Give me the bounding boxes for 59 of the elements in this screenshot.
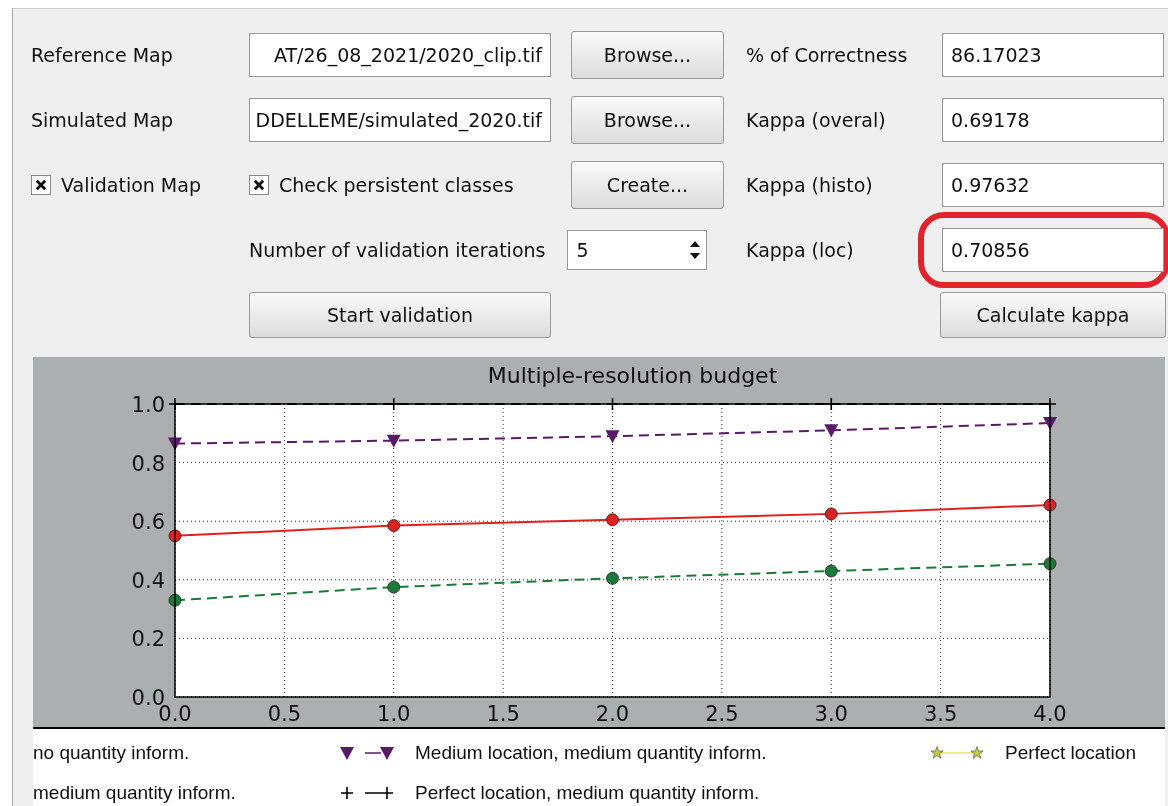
data-point — [824, 564, 838, 578]
checkbox-label: Validation Map — [61, 173, 201, 196]
checkbox[interactable] — [31, 174, 51, 195]
axis-tick-label: 1.5 — [486, 702, 520, 726]
data-point — [606, 571, 619, 585]
data-point — [606, 513, 619, 527]
start-validation-button[interactable]: Start validation — [249, 291, 551, 338]
legend-marker-icon — [929, 745, 985, 761]
file-path-field[interactable]: AT/26_08_2021/2020_clip.tif — [249, 32, 551, 77]
result-label: Kappa (loc) — [746, 238, 854, 261]
result-label: % of Correctness — [746, 43, 908, 66]
axis-tick-label: 0.2 — [131, 627, 165, 652]
data-point — [168, 437, 182, 451]
data-point — [605, 430, 620, 444]
axis-tick-label: 1.0 — [131, 393, 165, 417]
data-point — [387, 580, 401, 594]
iterations-spinbox[interactable]: 5 — [567, 229, 708, 270]
data-point — [386, 434, 401, 448]
browse-button[interactable]: Browse... — [571, 95, 724, 144]
axis-tick-label: 2.5 — [705, 702, 739, 726]
axis-tick-label: 2.0 — [595, 702, 630, 726]
result-field: 0.97632 — [942, 162, 1164, 207]
checkbox[interactable] — [249, 174, 269, 195]
result-label: Kappa (overal) — [746, 108, 886, 131]
axis-tick-label: 0.5 — [267, 702, 302, 726]
legend-marker-icon — [339, 785, 395, 801]
axis-tick-label: 3.5 — [923, 702, 958, 726]
legend-marker-icon — [339, 745, 395, 761]
browse-button[interactable]: Browse... — [571, 30, 724, 79]
data-point — [168, 593, 182, 607]
result-label: Kappa (histo) — [746, 173, 873, 196]
browse-button[interactable]: Create... — [571, 160, 724, 209]
axis-tick-label: 3.0 — [814, 702, 848, 726]
legend-label: Perfect location — [1005, 742, 1136, 764]
axis-tick-label: 4.0 — [1033, 702, 1067, 726]
field-label: Simulated Map — [31, 108, 174, 131]
data-point — [1043, 498, 1057, 512]
data-point — [168, 529, 182, 543]
axis-tick-label: 1.0 — [377, 702, 411, 726]
data-point — [824, 424, 839, 438]
axis-tick-label: 0.8 — [131, 451, 165, 476]
legend-label: Perfect location, medium quantity inform. — [415, 782, 760, 804]
result-field: 0.69178 — [942, 97, 1164, 142]
result-field: 0.70856 — [942, 227, 1164, 272]
data-point — [824, 507, 838, 521]
checkbox-label: Check persistent classes — [279, 173, 514, 196]
data-point — [387, 519, 401, 532]
data-point — [1043, 557, 1057, 571]
file-path-field[interactable]: DDELLEME/simulated_2020.tif — [249, 97, 551, 142]
axis-tick-label: 0.6 — [131, 510, 165, 535]
calculate-kappa-button[interactable]: Calculate kappa — [940, 291, 1166, 338]
axis-tick-label: 0.4 — [131, 568, 165, 593]
field-label: Number of validation iterations — [249, 238, 546, 261]
result-field: 86.17023 — [942, 32, 1164, 77]
legend-label: no quantity inform. — [33, 742, 190, 764]
chart-title: Multiple-resolution budget — [487, 363, 778, 388]
legend-label: Medium location, medium quantity inform. — [415, 742, 767, 764]
field-label: Reference Map — [31, 43, 173, 66]
legend-label: medium quantity inform. — [33, 782, 236, 804]
